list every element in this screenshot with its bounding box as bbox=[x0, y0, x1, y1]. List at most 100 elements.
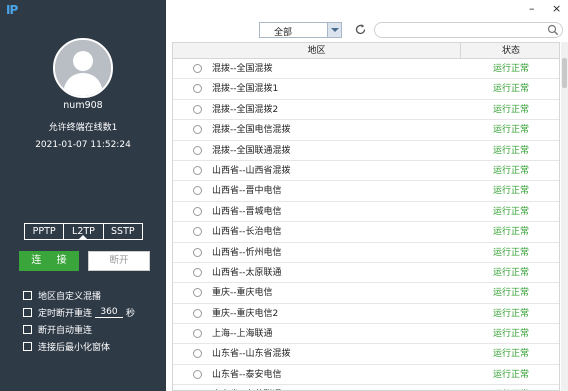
table-row[interactable]: 混拨--全国混拨2 运行正常 bbox=[173, 100, 559, 121]
status-text: 运行正常 bbox=[492, 288, 529, 299]
table-row[interactable]: 山西省--忻州电信 运行正常 bbox=[173, 243, 559, 263]
row-radio-button[interactable] bbox=[193, 267, 202, 277]
seconds-unit-label: 秒 bbox=[126, 308, 136, 319]
row-radio-button[interactable] bbox=[193, 125, 202, 135]
region-name: 山西省--长治电信 bbox=[212, 227, 282, 238]
user-silhouette-icon bbox=[55, 40, 111, 96]
region-name: 混拨--全国电信混拨 bbox=[212, 125, 291, 136]
table-row[interactable]: 山西省--太原联通 运行正常 bbox=[173, 263, 559, 284]
region-name: 混拨--全国混拨2 bbox=[212, 104, 279, 115]
row-radio-button[interactable] bbox=[193, 288, 202, 298]
table-row[interactable]: 山西省--山西省混拨 运行正常 bbox=[173, 161, 559, 182]
username: num908 bbox=[63, 100, 103, 111]
region-name: 山东省--山东省混拨 bbox=[212, 349, 291, 360]
status-text: 运行正常 bbox=[492, 369, 529, 380]
row-radio-button[interactable] bbox=[193, 104, 202, 114]
status-text: 运行正常 bbox=[492, 64, 529, 74]
avatar bbox=[53, 38, 113, 98]
status-text: 运行正常 bbox=[492, 227, 529, 238]
table-row[interactable]: 山西省--长治电信 运行正常 bbox=[173, 222, 559, 243]
main-panel: – × 全部 地区 状态 混拨--全国混拨 运行正常 混拨--全国混拨1 运行正常 混拨… bbox=[166, 0, 568, 391]
region-filter-dropdown[interactable]: 全部 bbox=[259, 22, 342, 38]
search-icon[interactable] bbox=[547, 24, 559, 36]
table-row[interactable]: 混拨--全国联通混拨 运行正常 bbox=[173, 141, 559, 161]
row-radio-button[interactable] bbox=[193, 227, 202, 237]
status-text: 运行正常 bbox=[492, 165, 529, 176]
scrollbar-thumb[interactable] bbox=[562, 58, 567, 88]
minimize-after-connect-checkbox[interactable] bbox=[23, 341, 32, 351]
table-row[interactable]: 上海--上海联通 运行正常 bbox=[173, 324, 559, 345]
table-body: 混拨--全国混拨 运行正常 混拨--全国混拨1 运行正常 混拨--全国混拨2 运行正常 混拨… bbox=[173, 59, 559, 390]
region-custom-mix-checkbox[interactable] bbox=[23, 290, 32, 300]
region-name: 山西省--忻州电信 bbox=[212, 247, 282, 258]
row-radio-button[interactable] bbox=[193, 186, 202, 196]
region-name: 混拨--全国混拨 bbox=[212, 64, 273, 74]
auto-reconnect-checkbox[interactable] bbox=[23, 324, 32, 334]
region-name: 山西省--晋城电信 bbox=[212, 206, 282, 217]
table-row[interactable]: 混拨--全国电信混拨 运行正常 bbox=[173, 120, 559, 141]
status-text: 运行正常 bbox=[492, 349, 529, 360]
close-button[interactable]: × bbox=[552, 3, 561, 15]
connect-button[interactable]: 连 接 bbox=[19, 251, 79, 271]
search-input[interactable] bbox=[374, 22, 563, 38]
table-row[interactable]: 混拨--全国混拨1 运行正常 bbox=[173, 79, 559, 100]
tab-sstp[interactable]: SSTP bbox=[104, 224, 142, 239]
status-text: 运行正常 bbox=[492, 104, 529, 115]
row-radio-button[interactable] bbox=[193, 64, 202, 73]
minimize-after-connect-label: 连接后最小化窗体 bbox=[38, 342, 111, 353]
row-radio-button[interactable] bbox=[193, 165, 202, 175]
app-logo: IP bbox=[6, 3, 18, 17]
column-header-status[interactable]: 状态 bbox=[461, 43, 559, 59]
row-radio-button[interactable] bbox=[193, 145, 202, 155]
tab-pptp[interactable]: PPTP bbox=[25, 224, 65, 239]
status-text: 运行正常 bbox=[492, 186, 529, 197]
table-row[interactable]: 重庆--重庆电信 运行正常 bbox=[173, 283, 559, 304]
table-row[interactable]: 混拨--全国混拨 运行正常 bbox=[173, 59, 559, 80]
option-auto-reconnect: 断开自动重连 bbox=[23, 322, 92, 336]
region-name: 重庆--重庆电信2 bbox=[212, 308, 279, 319]
table-header: 地区 状态 bbox=[173, 43, 559, 59]
row-radio-button[interactable] bbox=[193, 349, 202, 359]
protocol-tabs: PPTP L2TP SSTP bbox=[24, 223, 143, 240]
refresh-icon[interactable] bbox=[354, 23, 367, 36]
table-row[interactable]: 山西省--晋中电信 运行正常 bbox=[173, 181, 559, 202]
status-text: 运行正常 bbox=[492, 125, 529, 136]
table-row[interactable]: 山西省--晋城电信 运行正常 bbox=[173, 202, 559, 223]
auto-reconnect-label: 断开自动重连 bbox=[38, 325, 93, 336]
sidebar-panel: IP num908 允许终端在线数1 2021-01-07 11:52:24 P… bbox=[0, 0, 166, 391]
region-name: 重庆--重庆电信 bbox=[212, 288, 273, 299]
status-text: 运行正常 bbox=[492, 145, 529, 156]
region-name: 山西省--晋中电信 bbox=[212, 186, 282, 197]
disconnect-button[interactable]: 断开 bbox=[88, 251, 150, 271]
row-radio-button[interactable] bbox=[193, 247, 202, 257]
region-name: 混拨--全国混拨1 bbox=[212, 84, 279, 95]
option-minimize-after-connect: 连接后最小化窗体 bbox=[23, 339, 110, 353]
status-text: 运行正常 bbox=[461, 385, 559, 390]
row-radio-button[interactable] bbox=[193, 84, 202, 94]
table-row[interactable]: 山东省--泰安电信 运行正常 bbox=[173, 365, 559, 386]
region-name: 山西省--山西省混拨 bbox=[212, 165, 291, 176]
table-row[interactable]: 山东省--山东省混拨 运行正常 bbox=[173, 344, 559, 365]
chevron-down-icon[interactable] bbox=[327, 23, 341, 37]
timed-reconnect-label: 定时断开重连 bbox=[38, 308, 93, 319]
reconnect-seconds-input[interactable]: 360 bbox=[95, 306, 124, 318]
row-radio-button[interactable] bbox=[193, 206, 202, 216]
tab-l2tp[interactable]: L2TP bbox=[64, 224, 104, 240]
timed-reconnect-checkbox[interactable] bbox=[23, 307, 32, 317]
minimize-button[interactable]: – bbox=[529, 3, 535, 15]
row-radio-button[interactable] bbox=[193, 369, 202, 379]
status-text: 运行正常 bbox=[492, 206, 529, 217]
online-limit-text: 允许终端在线数1 bbox=[48, 123, 118, 133]
row-radio-button[interactable] bbox=[193, 329, 202, 339]
status-text: 运行正常 bbox=[492, 267, 529, 278]
table-row[interactable]: 山东省--东营联通 运行正常 bbox=[173, 385, 559, 390]
table-scrollbar[interactable] bbox=[561, 42, 568, 391]
table-row[interactable]: 重庆--重庆电信2 运行正常 bbox=[173, 304, 559, 325]
region-name: 混拨--全国联通混拨 bbox=[212, 145, 291, 156]
region-custom-mix-label: 地区自定义混播 bbox=[38, 291, 102, 302]
status-text: 运行正常 bbox=[492, 84, 529, 95]
region-name: 山东省--泰安电信 bbox=[212, 369, 282, 380]
column-header-region[interactable]: 地区 bbox=[173, 43, 461, 59]
region-name: 山西省--太原联通 bbox=[212, 267, 282, 278]
row-radio-button[interactable] bbox=[193, 308, 202, 318]
